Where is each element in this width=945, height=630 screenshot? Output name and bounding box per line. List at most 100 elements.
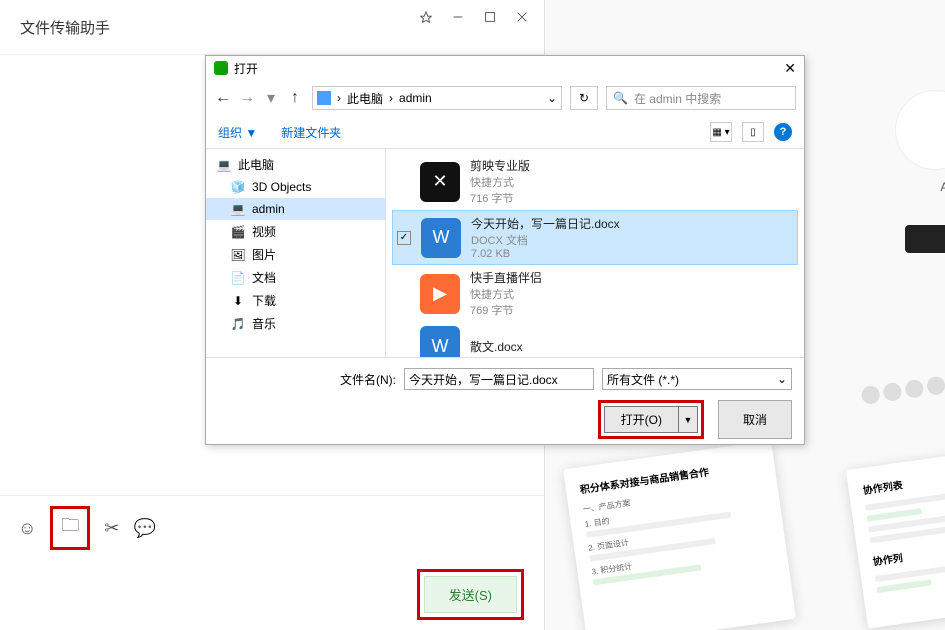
main-title: 文件传输助手: [20, 17, 110, 38]
bg-avatar-row: [861, 376, 945, 406]
view-mode-button[interactable]: ▦ ▾: [710, 122, 732, 142]
dialog-footer: 文件名(N): 所有文件 (*.*) ⌄ 打开(O) ▼ 取消: [206, 358, 804, 449]
bg-document-2: 协作列表 协作列: [846, 453, 945, 628]
file-thumbnail-icon: ✕: [420, 162, 460, 202]
breadcrumb-pc[interactable]: 此电脑: [347, 90, 383, 107]
chat-toolbar: ☺ 🗀 ✂ 💬: [0, 495, 544, 560]
breadcrumb-separator: ›: [337, 91, 341, 105]
file-name: 快手直播伴侣: [470, 269, 542, 286]
folder-type-icon: 📄: [230, 270, 246, 286]
send-button-area: 发送(S): [417, 569, 524, 620]
open-button-highlight: 打开(O) ▼: [598, 400, 704, 439]
refresh-button[interactable]: ↻: [570, 86, 598, 110]
sidebar-item[interactable]: 💻 此电脑: [206, 153, 385, 176]
dialog-title: 打开: [234, 60, 258, 77]
dialog-file-list: ✕ 剪映专业版 快捷方式 716 字节 ✓ W 今天开始，写一篇日记.docx …: [386, 149, 804, 357]
open-button[interactable]: 打开(O): [605, 407, 679, 432]
file-name: 散文.docx: [470, 338, 523, 355]
file-thumbnail-icon: W: [421, 218, 461, 258]
folder-type-icon: 🖼: [230, 247, 246, 263]
address-bar[interactable]: › 此电脑 › admin ⌄: [312, 86, 562, 110]
sidebar-item[interactable]: ⬇ 下载: [206, 289, 385, 312]
bg-avatar: [895, 90, 945, 170]
emoji-icon[interactable]: ☺: [18, 518, 36, 539]
breadcrumb-separator: ›: [389, 91, 393, 105]
chat-history-icon[interactable]: 💬: [133, 518, 155, 539]
breadcrumb-folder[interactable]: admin: [399, 91, 432, 105]
sidebar-item-label: 文档: [252, 269, 276, 286]
file-item[interactable]: ▶ 快手直播伴侣 快捷方式 769 字节: [392, 265, 798, 322]
folder-icon[interactable]: 🗀: [61, 515, 79, 535]
search-placeholder: 在 admin 中搜索: [634, 90, 721, 107]
file-meta-size: 716 字节: [470, 190, 530, 206]
filename-label: 文件名(N):: [340, 371, 396, 388]
file-name: 剪映专业版: [470, 157, 530, 174]
nav-back-icon[interactable]: ←: [214, 89, 232, 107]
sidebar-item-label: admin: [252, 202, 285, 216]
attach-file-highlight: 🗀: [50, 506, 90, 550]
chevron-down-icon: ⌄: [777, 372, 787, 386]
pin-icon[interactable]: [419, 10, 433, 29]
file-item[interactable]: ✓ W 今天开始，写一篇日记.docx DOCX 文档 7.02 KB: [392, 210, 798, 265]
nav-forward-icon[interactable]: →: [238, 89, 256, 107]
organize-menu[interactable]: 组织 ▼: [218, 124, 257, 141]
scissors-icon[interactable]: ✂: [104, 518, 119, 539]
help-icon[interactable]: ?: [774, 123, 792, 141]
sidebar-item-label: 此电脑: [238, 156, 274, 173]
sidebar-item-label: 3D Objects: [252, 180, 311, 194]
window-controls: [419, 10, 529, 29]
file-item[interactable]: ✕ 剪映专业版 快捷方式 716 字节: [392, 153, 798, 210]
filetype-select[interactable]: 所有文件 (*.*) ⌄: [602, 368, 792, 390]
bg-document-1: 积分体系对接与商品销售合作 一、产品方案 1. 目的 2. 页面设计 3. 积分…: [563, 440, 796, 630]
preview-pane-button[interactable]: ▯: [742, 122, 764, 142]
file-open-dialog: 打开 ✕ ← → ▾ ↑ › 此电脑 › admin ⌄ ↻ 🔍 在 admin…: [205, 55, 805, 445]
folder-type-icon: 🧊: [230, 179, 246, 195]
new-folder-button[interactable]: 新建文件夹: [281, 124, 341, 141]
sidebar-item[interactable]: 🧊 3D Objects: [206, 176, 385, 198]
close-icon[interactable]: [515, 10, 529, 29]
address-dropdown-icon[interactable]: ⌄: [547, 91, 557, 105]
sidebar-item-label: 图片: [252, 246, 276, 263]
file-name: 今天开始，写一篇日记.docx: [471, 215, 620, 232]
search-icon: 🔍: [613, 91, 628, 105]
file-meta-type: 快捷方式: [470, 286, 542, 302]
folder-type-icon: 🎬: [230, 224, 246, 240]
folder-type-icon: 💻: [216, 157, 232, 173]
dialog-sidebar: 💻 此电脑 🧊 3D Objects 💻 admin 🎬视频 🖼 图片 📄 文档 ⬇ 下载 🎵 音乐: [206, 149, 386, 357]
file-meta-type: 快捷方式: [470, 174, 530, 190]
file-thumbnail-icon: ▶: [420, 274, 460, 314]
sidebar-item[interactable]: 🎵 音乐: [206, 312, 385, 335]
nav-up-icon[interactable]: ↑: [286, 89, 304, 107]
sidebar-item[interactable]: 🖼 图片: [206, 243, 385, 266]
sidebar-item[interactable]: 🎬视频: [206, 220, 385, 243]
sidebar-item[interactable]: 💻 admin: [206, 198, 385, 220]
dialog-close-icon[interactable]: ✕: [784, 60, 796, 77]
file-meta-size: 769 字节: [470, 302, 542, 318]
search-input[interactable]: 🔍 在 admin 中搜索: [606, 86, 796, 110]
maximize-icon[interactable]: [483, 10, 497, 29]
folder-type-icon: 🎵: [230, 316, 246, 332]
cancel-button[interactable]: 取消: [718, 400, 792, 439]
filename-input[interactable]: [404, 368, 594, 390]
wechat-icon: [214, 61, 228, 75]
file-thumbnail-icon: W: [420, 326, 460, 357]
folder-type-icon: 💻: [230, 201, 246, 217]
file-checkbox[interactable]: ✓: [397, 231, 411, 245]
sidebar-item-label: 音乐: [252, 315, 276, 332]
minimize-icon[interactable]: [451, 10, 465, 29]
dialog-nav-bar: ← → ▾ ↑ › 此电脑 › admin ⌄ ↻ 🔍 在 admin 中搜索: [206, 80, 804, 116]
dialog-titlebar: 打开 ✕: [206, 56, 804, 80]
file-meta-size: 7.02 KB: [471, 248, 620, 260]
file-item[interactable]: W 散文.docx: [392, 322, 798, 357]
dialog-body: 💻 此电脑 🧊 3D Objects 💻 admin 🎬视频 🖼 图片 📄 文档 ⬇ 下载 🎵 音乐 ✕ 剪…: [206, 148, 804, 358]
bg-text: An: [940, 180, 945, 194]
open-dropdown-icon[interactable]: ▼: [679, 407, 697, 432]
send-button-highlight: 发送(S): [417, 569, 524, 620]
sidebar-item-label: 下载: [252, 292, 276, 309]
nav-dropdown-icon[interactable]: ▾: [262, 89, 280, 107]
folder-type-icon: ⬇: [230, 293, 246, 309]
dialog-toolbar: 组织 ▼ 新建文件夹 ▦ ▾ ▯ ?: [206, 116, 804, 148]
send-button[interactable]: 发送(S): [424, 576, 517, 613]
pc-icon: [317, 91, 331, 105]
sidebar-item[interactable]: 📄 文档: [206, 266, 385, 289]
